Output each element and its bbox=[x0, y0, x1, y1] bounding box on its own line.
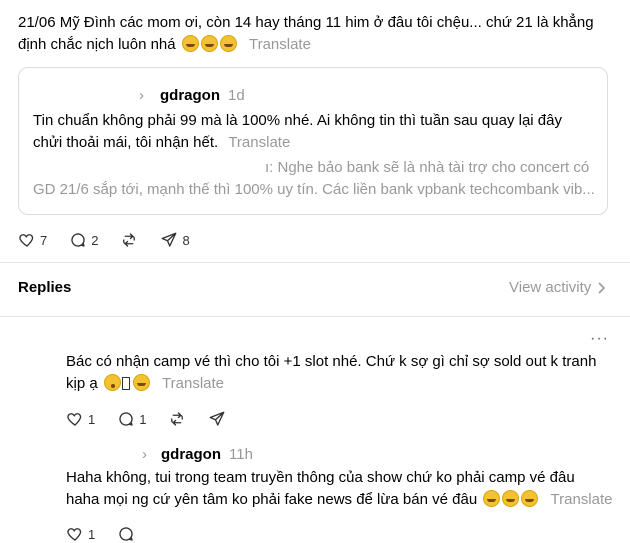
reply-arrow-icon: › bbox=[142, 446, 147, 463]
share-button[interactable] bbox=[208, 410, 226, 428]
repost-button[interactable] bbox=[120, 231, 138, 249]
like-count: 1 bbox=[88, 526, 96, 542]
rofl-emoji-icon bbox=[502, 490, 520, 507]
translate-link[interactable]: Translate bbox=[249, 36, 311, 53]
comment-icon bbox=[119, 412, 133, 426]
more-options-icon[interactable]: ··· bbox=[590, 330, 609, 348]
username[interactable]: gdragon bbox=[160, 87, 220, 104]
quoted-post-text: Tin chuẩn không phải 99 mà là 100% nhé. … bbox=[33, 110, 603, 154]
comment-icon bbox=[119, 527, 133, 541]
reply-actions: 1 bbox=[66, 525, 135, 543]
reply-line2: haha mọi ng cứ yên tâm ko phải fake news… bbox=[66, 491, 478, 508]
send-icon bbox=[210, 411, 225, 426]
like-button[interactable]: 7 bbox=[18, 231, 47, 249]
timestamp: 11h bbox=[229, 446, 253, 463]
reply-line1: Bác có nhận camp vé thì cho tôi +1 slot … bbox=[66, 353, 597, 370]
reply-header: › gdragon 11h bbox=[142, 446, 253, 463]
grin-sweat-emoji-icon bbox=[181, 35, 199, 52]
post-text-line2: định chắc nịch luôn nhá bbox=[18, 36, 176, 53]
repost-icon bbox=[171, 412, 184, 426]
username[interactable]: gdragon bbox=[161, 446, 221, 463]
chevron-right-icon bbox=[598, 281, 606, 294]
replies-title: Replies bbox=[18, 279, 72, 296]
comment-button[interactable] bbox=[117, 525, 135, 543]
shocked-face-emoji-icon bbox=[103, 374, 121, 391]
quoted-line1: Tin chuẩn không phải 99 mà là 100% nhé. … bbox=[33, 112, 562, 129]
like-button[interactable]: 1 bbox=[66, 525, 95, 543]
repost-icon bbox=[123, 233, 136, 247]
rofl-emoji-icon bbox=[483, 490, 501, 507]
comment-icon bbox=[71, 233, 85, 247]
rofl-emoji-icon bbox=[521, 490, 539, 507]
post-text-line1: 21/06 Mỹ Đình các mom ơi, còn 14 hay thá… bbox=[18, 14, 594, 31]
reply-arrow-icon: › bbox=[139, 87, 144, 104]
quoted-line2: chửi thoải mái, tôi nhận hết. bbox=[33, 134, 219, 151]
divider bbox=[0, 262, 630, 263]
heart-icon bbox=[67, 413, 82, 426]
heart-icon bbox=[19, 234, 34, 247]
divider bbox=[0, 316, 630, 317]
translate-link[interactable]: Translate bbox=[162, 375, 224, 392]
reply-line2: kịp ạ bbox=[66, 375, 98, 392]
nested-line2: GD 21/6 sắp tới, mạnh thế thì 100% uy tí… bbox=[33, 181, 595, 198]
comment-button[interactable]: 1 bbox=[117, 410, 146, 428]
translate-link[interactable]: Translate bbox=[551, 491, 613, 508]
comment-count: 1 bbox=[139, 411, 147, 427]
repost-button[interactable] bbox=[168, 410, 186, 428]
post-text: 21/06 Mỹ Đình các mom ơi, còn 14 hay thá… bbox=[18, 12, 618, 56]
send-icon bbox=[162, 232, 177, 247]
post-actions: 7 2 8 bbox=[18, 231, 190, 249]
share-button[interactable]: 8 bbox=[160, 231, 190, 249]
share-count: 8 bbox=[182, 232, 190, 248]
grin-sweat-emoji-icon bbox=[219, 35, 237, 52]
quoted-nested-preview: ı: Nghe bảo bank sẽ là nhà tài trợ cho c… bbox=[33, 157, 603, 201]
heart-icon bbox=[67, 528, 82, 541]
missing-glyph-icon bbox=[121, 377, 130, 390]
translate-link[interactable]: Translate bbox=[228, 134, 290, 151]
grin-sweat-emoji-icon bbox=[200, 35, 218, 52]
quoted-post-header: › gdragon 1d bbox=[139, 87, 245, 104]
like-button[interactable]: 1 bbox=[66, 410, 95, 428]
reply-actions: 1 1 bbox=[66, 410, 226, 428]
comment-count: 2 bbox=[91, 232, 99, 248]
reply-text: Bác có nhận camp vé thì cho tôi +1 slot … bbox=[66, 351, 616, 395]
post-text-line2-wrap: định chắc nịch luôn nhá Translate bbox=[18, 34, 618, 56]
like-count: 1 bbox=[88, 411, 96, 427]
like-count: 7 bbox=[40, 232, 48, 248]
timestamp: 1d bbox=[228, 87, 245, 104]
reply-text: Haha không, tui trong team truyền thông … bbox=[66, 467, 616, 511]
view-activity-link[interactable]: View activity bbox=[509, 279, 606, 296]
comment-button[interactable]: 2 bbox=[69, 231, 98, 249]
view-activity-label: View activity bbox=[509, 279, 592, 296]
smile-emoji-icon bbox=[132, 374, 150, 391]
reply-line1: Haha không, tui trong team truyền thông … bbox=[66, 469, 575, 486]
quoted-post-card[interactable]: › gdragon 1d Tin chuẩn không phải 99 mà … bbox=[18, 67, 608, 215]
nested-line1: ı: Nghe bảo bank sẽ là nhà tài trợ cho c… bbox=[265, 159, 590, 176]
